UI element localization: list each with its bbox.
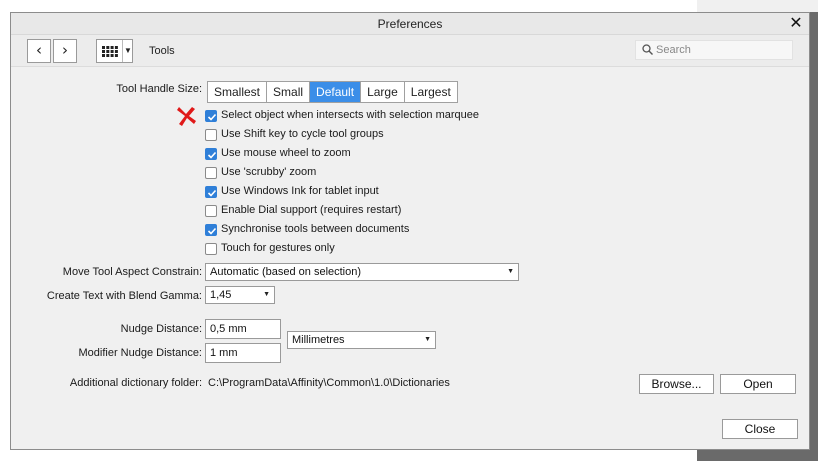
checkbox-label: Select object when intersects with selec… xyxy=(221,109,480,121)
forward-button[interactable]: › xyxy=(53,39,77,63)
categories-grid-button[interactable]: ▼ xyxy=(96,39,133,63)
grid-icon xyxy=(102,46,118,57)
search-box[interactable] xyxy=(635,40,793,60)
checkbox-box[interactable] xyxy=(205,224,217,236)
dictionary-folder-path: C:\ProgramData\Affinity\Common\1.0\Dicti… xyxy=(208,377,450,389)
select-value: Millimetres xyxy=(292,334,345,346)
nudge-distance-input[interactable] xyxy=(210,323,278,335)
section-title: Tools xyxy=(149,45,175,57)
red-x-marker-icon xyxy=(177,107,196,126)
checkbox-box[interactable] xyxy=(205,243,217,255)
segment-large[interactable]: Large xyxy=(361,82,405,102)
checkbox-box[interactable] xyxy=(205,205,217,217)
window-title: Preferences xyxy=(377,17,443,31)
checkbox-label: Use Windows Ink for tablet input xyxy=(221,185,379,197)
move-tool-aspect-select[interactable]: Automatic (based on selection) ▼ xyxy=(205,263,519,281)
nudge-distance-label: Nudge Distance: xyxy=(120,323,202,335)
checkbox-label: Use Shift key to cycle tool groups xyxy=(221,128,384,140)
segment-smallest[interactable]: Smallest xyxy=(208,82,268,102)
close-button[interactable]: Close xyxy=(722,419,798,439)
blend-gamma-select[interactable]: 1,45 ▼ xyxy=(205,286,275,304)
checkbox-box[interactable] xyxy=(205,186,217,198)
select-value: Automatic (based on selection) xyxy=(210,266,362,278)
back-button[interactable]: ‹ xyxy=(27,39,51,63)
checkmark-icon xyxy=(207,227,217,235)
modifier-nudge-distance-input[interactable] xyxy=(210,347,278,359)
open-button[interactable]: Open xyxy=(720,374,796,394)
caret-down-icon: ▼ xyxy=(263,291,270,298)
checkbox-label: Enable Dial support (requires restart) xyxy=(221,204,402,216)
blend-gamma-label: Create Text with Blend Gamma: xyxy=(46,290,202,302)
checkbox-box[interactable] xyxy=(205,148,217,160)
checkbox-label: Use mouse wheel to zoom xyxy=(221,147,351,159)
modifier-nudge-distance-label: Modifier Nudge Distance: xyxy=(78,347,202,359)
segment-largest[interactable]: Largest xyxy=(405,82,457,102)
select-value: 1,45 xyxy=(210,289,232,301)
tool-handle-size-segmented-control[interactable]: Smallest Small Default Large Largest xyxy=(207,81,458,103)
toolbar: ‹ › ▼ Tools xyxy=(11,35,809,67)
checkmark-icon xyxy=(207,113,217,121)
chevron-left-icon: ‹ xyxy=(36,41,42,59)
divider xyxy=(122,40,123,62)
modifier-nudge-distance-field[interactable] xyxy=(205,343,281,363)
checkbox-label: Use 'scrubby' zoom xyxy=(221,166,317,178)
checkmark-icon xyxy=(207,189,217,197)
checkmark-icon xyxy=(207,151,217,159)
checkbox-box[interactable] xyxy=(205,167,217,179)
caret-down-icon[interactable]: ▼ xyxy=(124,46,132,55)
caret-down-icon: ▼ xyxy=(424,336,431,343)
checkbox-box[interactable] xyxy=(205,110,217,122)
background-window-strip xyxy=(697,0,818,12)
segment-default[interactable]: Default xyxy=(310,82,362,102)
caret-down-icon: ▼ xyxy=(507,268,514,275)
close-icon[interactable]: ✕ xyxy=(787,14,805,32)
checkbox-box[interactable] xyxy=(205,129,217,141)
tool-handle-size-label: Tool Handle Size: xyxy=(116,83,202,95)
units-select[interactable]: Millimetres ▼ xyxy=(287,331,436,349)
checkbox-label: Touch for gestures only xyxy=(221,242,335,254)
browse-button[interactable]: Browse... xyxy=(639,374,714,394)
move-tool-aspect-label: Move Tool Aspect Constrain: xyxy=(62,266,202,278)
search-input[interactable] xyxy=(656,43,786,57)
dictionary-folder-label: Additional dictionary folder: xyxy=(69,377,202,389)
search-icon xyxy=(642,44,653,55)
segment-small[interactable]: Small xyxy=(267,82,311,102)
nudge-distance-field[interactable] xyxy=(205,319,281,339)
checkbox-label: Synchronise tools between documents xyxy=(221,223,410,235)
chevron-right-icon: › xyxy=(62,41,68,59)
title-bar: Preferences ✕ xyxy=(11,13,809,35)
